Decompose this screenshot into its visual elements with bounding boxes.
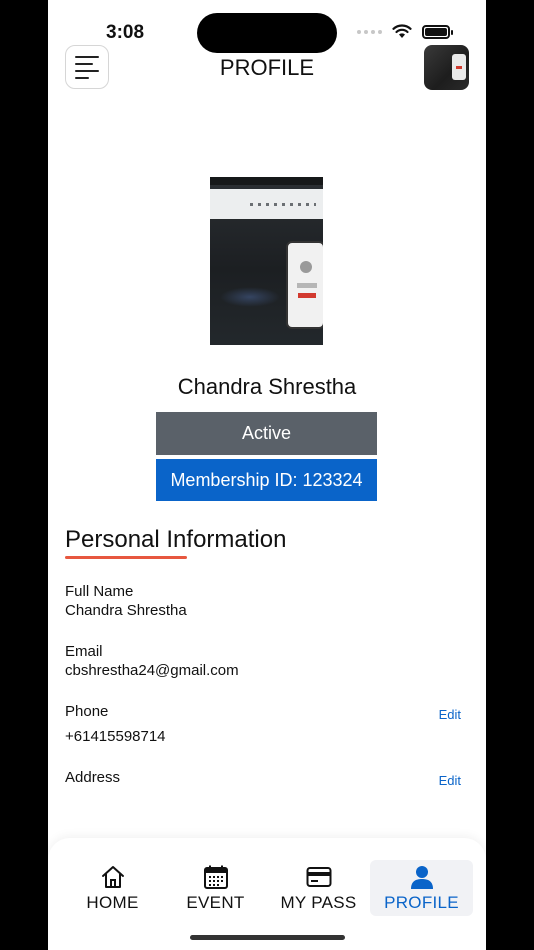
section-underline <box>65 556 187 559</box>
phone-label: Phone <box>65 703 109 720</box>
phone-screen: 3:08 PROFILE Chandra Shrestha Active Mem… <box>48 0 486 950</box>
page-title: PROFILE <box>219 55 315 80</box>
wifi-icon <box>392 24 412 38</box>
profile-name: Chandra Shrestha <box>177 374 357 399</box>
tab-profile-label: PROFILE <box>384 893 459 912</box>
tab-event[interactable]: EVENT <box>164 860 267 916</box>
dynamic-island <box>197 13 337 53</box>
tab-my-pass-label: MY PASS <box>280 893 357 912</box>
phone-value: +61415598714 <box>65 728 166 745</box>
home-indicator[interactable] <box>190 935 345 940</box>
address-label: Address <box>65 769 121 786</box>
tab-bar: HOME EVENT MY PASS PROFILE <box>48 838 486 950</box>
tab-home[interactable]: HOME <box>61 860 164 916</box>
tab-home-label: HOME <box>86 893 139 912</box>
person-icon <box>410 866 433 889</box>
battery-icon <box>422 24 453 39</box>
card-icon <box>306 867 331 887</box>
section-title: Personal Information <box>65 526 287 553</box>
calendar-icon <box>203 865 228 889</box>
membership-id-badge: Membership ID: 123324 <box>156 459 377 501</box>
profile-photo <box>210 177 323 345</box>
tab-profile[interactable]: PROFILE <box>370 860 473 916</box>
status-icons <box>357 24 453 39</box>
status-time: 3:08 <box>106 22 145 43</box>
tab-event-label: EVENT <box>186 893 245 912</box>
full-name-label: Full Name <box>65 583 134 600</box>
signal-icon <box>357 29 382 34</box>
email-value: cbshrestha24@gmail.com <box>65 662 239 679</box>
header-avatar[interactable] <box>424 45 469 90</box>
home-icon <box>101 866 124 888</box>
email-label: Email <box>65 643 103 660</box>
tab-my-pass[interactable]: MY PASS <box>267 860 370 916</box>
phone-edit-link[interactable]: Edit <box>439 707 461 722</box>
status-badge: Active <box>156 412 377 455</box>
full-name-value: Chandra Shrestha <box>65 602 187 619</box>
address-edit-link[interactable]: Edit <box>439 773 461 788</box>
